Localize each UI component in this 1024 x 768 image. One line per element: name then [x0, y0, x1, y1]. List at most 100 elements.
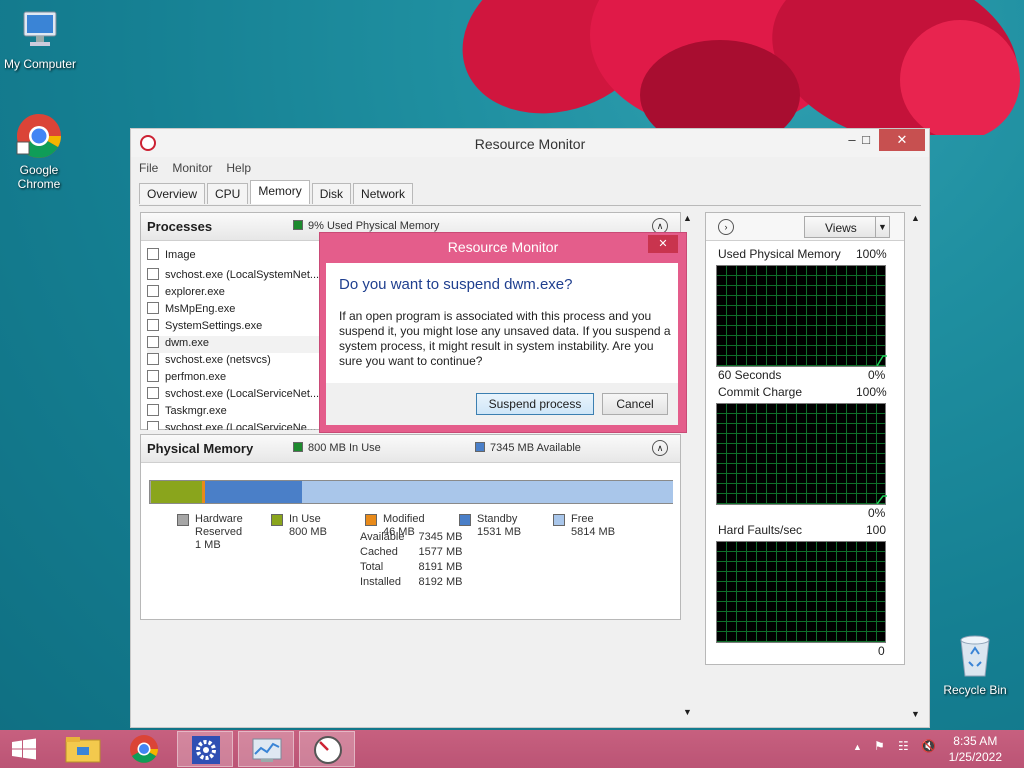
suspend-process-button[interactable]: Suspend process — [476, 393, 594, 415]
clock-time: 8:35 AM — [953, 734, 998, 748]
graph-title: Commit Charge — [718, 385, 803, 399]
window-titlebar[interactable]: Resource Monitor – □ ✕ — [131, 129, 929, 157]
process-checkbox[interactable] — [147, 302, 159, 314]
summary-row: Cached 1577 MB — [360, 546, 474, 559]
scroll-up-icon[interactable]: ▲ — [911, 213, 920, 223]
desktop-icon-google-chrome[interactable]: Google Chrome — [0, 112, 79, 191]
process-row-selected[interactable]: dwm.exe — [147, 336, 325, 353]
graphs-pane: › Views ▼ Used Physical Memory 100% 60 S… — [705, 212, 905, 665]
process-checkbox[interactable] — [147, 319, 159, 331]
left-pane-scroll-down-icon[interactable]: ▼ — [683, 707, 692, 717]
tab-network[interactable]: Network — [353, 183, 414, 204]
process-checkbox[interactable] — [147, 353, 159, 365]
column-label: Image — [165, 249, 196, 261]
process-checkbox[interactable] — [147, 285, 159, 297]
summary-label: Cached — [360, 546, 398, 558]
menu-file[interactable]: File — [139, 161, 158, 179]
column-header-image[interactable]: Image — [147, 248, 325, 265]
process-row[interactable]: svchost.exe (LocalServiceNe... — [147, 421, 325, 430]
process-checkbox[interactable] — [147, 387, 159, 399]
process-row[interactable]: svchost.exe (LocalSystemNet... — [147, 268, 325, 285]
select-all-checkbox[interactable] — [147, 248, 159, 260]
process-row[interactable]: MsMpEng.exe — [147, 302, 325, 319]
process-row[interactable]: explorer.exe — [147, 285, 325, 302]
network-icon[interactable]: ☷ — [898, 739, 909, 753]
desktop-icon-my-computer[interactable]: My Computer — [0, 8, 80, 71]
physical-memory-header[interactable]: Physical Memory 800 MB In Use 7345 MB Av… — [141, 435, 680, 463]
taskbar-settings[interactable] — [177, 731, 233, 767]
summary-label: Available — [360, 531, 405, 543]
used-physical-memory-graph — [716, 265, 887, 367]
resource-monitor-icon — [314, 736, 342, 764]
in-use-indicator-icon — [293, 442, 303, 452]
desktop-icon-label: My Computer — [3, 57, 77, 71]
taskbar-resource-monitor[interactable] — [299, 731, 355, 767]
process-checkbox[interactable] — [147, 404, 159, 416]
taskbar: ▲ ⚑ ☷ 🔇 8:35 AM 1/25/2022 — [0, 730, 1024, 768]
legend-swatch — [177, 514, 189, 526]
summary-value: 7345 MB — [418, 531, 463, 543]
show-hidden-icons-icon[interactable]: ▲ — [853, 742, 862, 752]
taskbar-clock[interactable]: 8:35 AM 1/25/2022 — [949, 733, 1002, 765]
process-row[interactable]: svchost.exe (LocalServiceNet... — [147, 387, 325, 404]
menu-bar: File Monitor Help — [139, 161, 251, 179]
cancel-button[interactable]: Cancel — [602, 393, 668, 415]
legend-label: In Use — [289, 513, 321, 525]
graphs-toolbar: › Views ▼ — [706, 213, 904, 241]
tab-divider — [139, 205, 921, 206]
chevron-down-icon: ▼ — [875, 217, 889, 237]
tab-disk[interactable]: Disk — [311, 183, 352, 204]
chrome-icon — [130, 735, 158, 763]
graph-line — [876, 355, 887, 367]
legend-value: 1 MB — [195, 539, 221, 551]
taskbar-file-explorer[interactable] — [55, 731, 111, 767]
process-name: svchost.exe (LocalServiceNet... — [165, 388, 320, 400]
tab-strip: Overview CPU Memory Disk Network — [139, 180, 415, 205]
collapse-chevron-icon[interactable]: ∧ — [652, 218, 668, 234]
volume-muted-icon[interactable]: 🔇 — [921, 739, 936, 753]
clock-date: 1/25/2022 — [948, 750, 1002, 764]
taskbar-chrome[interactable] — [116, 731, 172, 767]
dialog-close-button[interactable]: ✕ — [648, 235, 678, 253]
taskbar-performance-monitor[interactable] — [238, 731, 294, 767]
process-name: Taskmgr.exe — [165, 405, 227, 417]
legend-label: Standby — [477, 513, 518, 525]
processes-scroll-up-icon[interactable]: ▲ — [683, 213, 692, 223]
maximize-button[interactable]: □ — [849, 129, 883, 151]
process-checkbox[interactable] — [147, 370, 159, 382]
menu-monitor[interactable]: Monitor — [172, 161, 212, 179]
available-indicator-icon — [475, 442, 485, 452]
processes-stat-text: 9% Used Physical Memory — [308, 220, 440, 232]
summary-value: 8192 MB — [418, 576, 463, 588]
start-button[interactable] — [0, 731, 48, 767]
scroll-down-icon[interactable]: ▼ — [911, 709, 920, 719]
process-row[interactable]: SystemSettings.exe — [147, 319, 325, 336]
action-center-flag-icon[interactable]: ⚑ — [874, 739, 885, 753]
process-row[interactable]: Taskmgr.exe — [147, 404, 325, 421]
desktop-wallpaper-flower — [440, 0, 1024, 135]
close-button[interactable]: ✕ — [879, 129, 925, 151]
vertical-scrollbar[interactable]: ▲ ▼ — [908, 211, 924, 721]
tab-cpu[interactable]: CPU — [207, 183, 249, 204]
expand-chevron-icon[interactable]: › — [718, 219, 734, 235]
desktop-icon-recycle-bin[interactable]: Recycle Bin — [935, 632, 1015, 697]
views-dropdown[interactable]: Views ▼ — [804, 216, 890, 238]
process-checkbox[interactable] — [147, 421, 159, 430]
process-row[interactable]: perfmon.exe — [147, 370, 325, 387]
dialog-title: Resource Monitor — [447, 239, 559, 255]
tab-memory[interactable]: Memory — [250, 180, 310, 204]
in-use-stat: 800 MB In Use — [293, 442, 381, 454]
process-checkbox[interactable] — [147, 336, 159, 348]
memory-usage-bar — [149, 480, 673, 504]
summary-label: Installed — [360, 576, 401, 588]
process-checkbox[interactable] — [147, 268, 159, 280]
process-row[interactable]: svchost.exe (netsvcs) — [147, 353, 325, 370]
summary-label: Total — [360, 561, 384, 573]
tab-overview[interactable]: Overview — [139, 183, 206, 204]
collapse-chevron-icon[interactable]: ∧ — [652, 440, 668, 456]
menu-help[interactable]: Help — [226, 161, 251, 179]
legend-swatch — [459, 514, 471, 526]
available-stat: 7345 MB Available — [475, 442, 581, 454]
graph-min: 0% — [868, 368, 886, 382]
commit-charge-graph — [716, 403, 887, 505]
